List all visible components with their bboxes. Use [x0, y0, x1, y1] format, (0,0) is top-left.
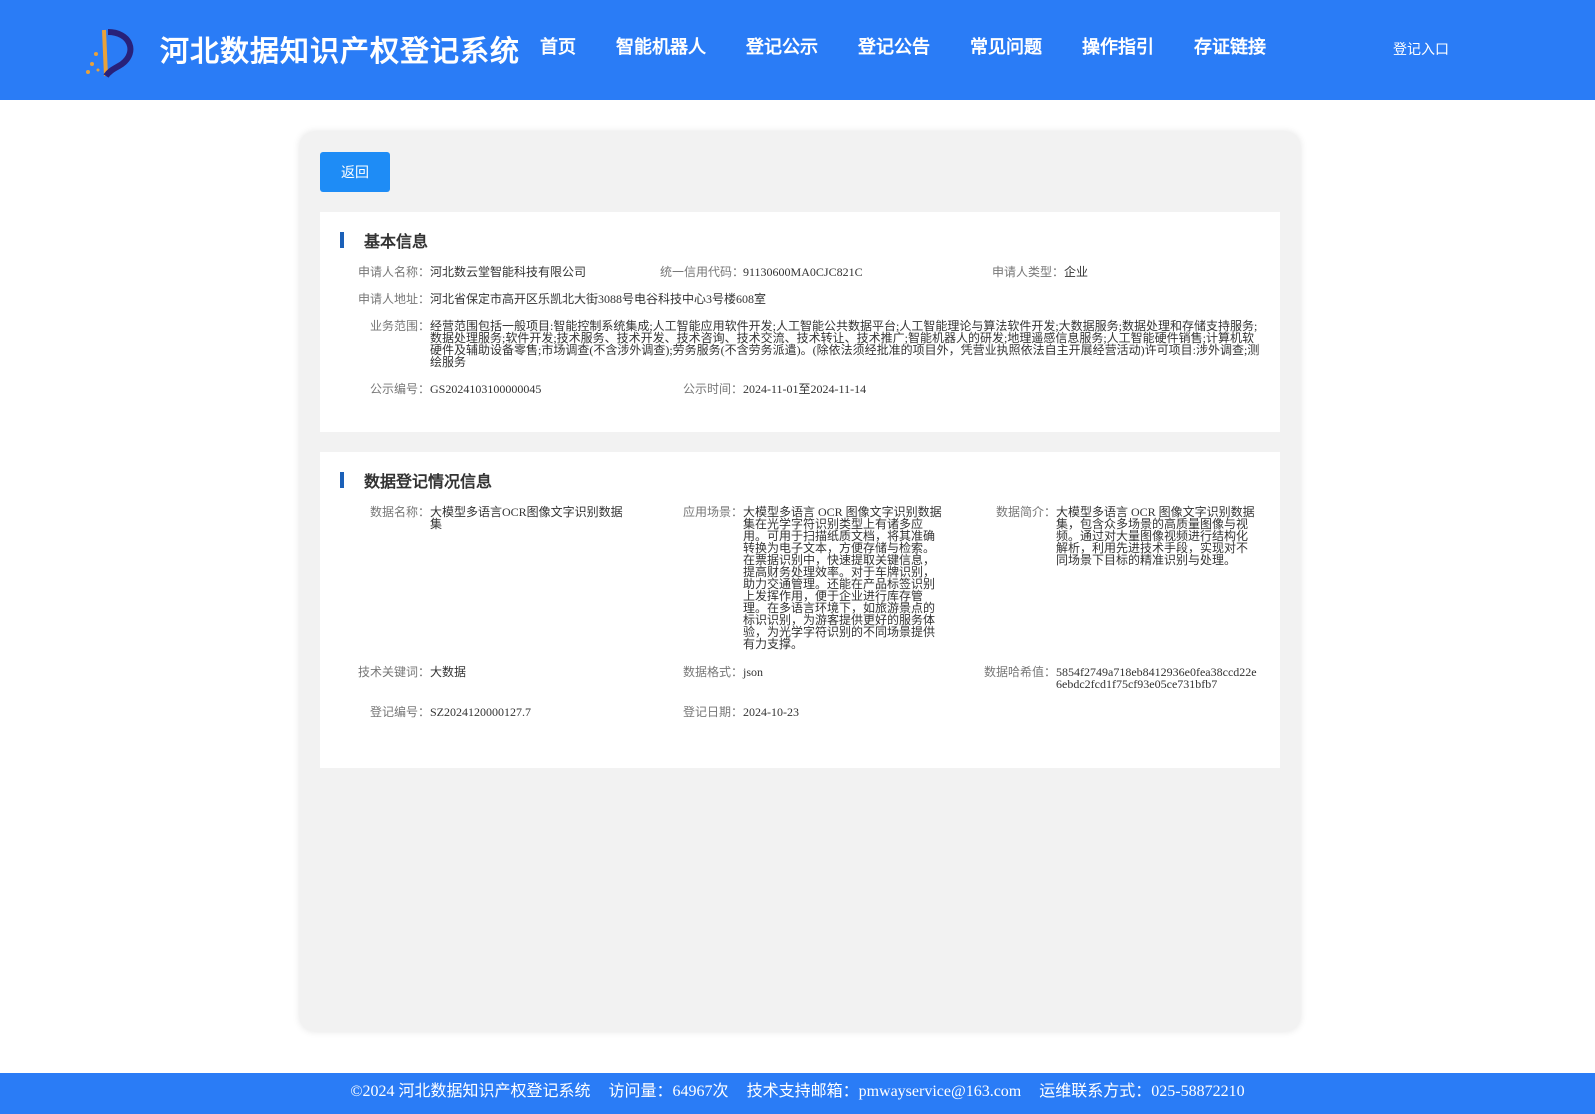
label: 数据哈希值：: [983, 665, 1056, 679]
value: 大模型多语言 OCR 图像文字识别数据集，包含众多场景的高质量图像与视频。通过对…: [1056, 505, 1255, 567]
label: 申请人名称：: [357, 265, 430, 279]
field-business-scope: 业务范围： 经营范围包括一般项目:智能控制系统集成;人工智能应用软件开发;人工智…: [320, 320, 1260, 368]
label: 技术关键词：: [357, 665, 430, 679]
section-marker: [340, 232, 344, 248]
value: 河北省保定市高开区乐凯北大街3088号电谷科技中心3号楼608室: [430, 292, 767, 306]
value: 河北数云堂智能科技有限公司: [430, 265, 587, 279]
section-marker: [340, 472, 344, 488]
section-title-basic: 基本信息: [364, 232, 429, 251]
label: 数据格式：: [682, 665, 743, 679]
login-link[interactable]: 登记入口: [1393, 39, 1449, 59]
section-header: 数据登记情况信息: [340, 471, 493, 491]
field-data-format: 数据格式： json: [633, 666, 943, 678]
nav-announcement[interactable]: 登记公告: [858, 33, 930, 59]
section-header: 基本信息: [340, 231, 429, 251]
value: 大模型多语言 OCR 图像文字识别数据集在光学字符识别类型上有诸多应用。可用于扫…: [743, 505, 942, 651]
value: GS2024103100000045: [430, 382, 542, 396]
value: 2024-11-01至2024-11-14: [743, 382, 867, 396]
value: json: [743, 665, 764, 679]
footer-email: 技术支持邮箱：pmwayservice@163.com: [746, 1083, 1022, 1100]
back-button[interactable]: 返回: [320, 152, 390, 192]
label: 登记日期：: [682, 705, 743, 719]
field-data-name: 数据名称： 大模型多语言OCR图像文字识别数据集: [320, 506, 630, 530]
value: 大模型多语言OCR图像文字识别数据集: [430, 505, 623, 531]
field-application-scene: 应用场景： 大模型多语言 OCR 图像文字识别数据集在光学字符识别类型上有诸多应…: [633, 506, 943, 650]
footer-copyright: ©2024 河北数据知识产权登记系统: [350, 1083, 591, 1100]
label: 数据名称：: [369, 505, 430, 519]
nav-guide[interactable]: 操作指引: [1082, 33, 1154, 59]
label: 申请人地址：: [357, 292, 430, 306]
value: 91130600MA0CJC821C: [743, 265, 863, 279]
registration-info-card: 数据登记情况信息 数据名称： 大模型多语言OCR图像文字识别数据集 应用场景： …: [320, 452, 1280, 768]
logo-icon: [86, 29, 134, 78]
value: 经营范围包括一般项目:智能控制系统集成;人工智能应用软件开发;人工智能公共数据平…: [430, 319, 1260, 369]
page-footer: ©2024 河北数据知识产权登记系统 访问量：64967次 技术支持邮箱：pmw…: [0, 1073, 1595, 1114]
nav-faq[interactable]: 常见问题: [970, 33, 1042, 59]
label: 统一信用代码：: [660, 265, 745, 279]
footer-visits: 访问量：64967次: [608, 1083, 729, 1100]
field-registration-number: 登记编号： SZ2024120000127.7: [320, 706, 630, 718]
value: SZ2024120000127.7: [430, 705, 532, 719]
nav-publicity[interactable]: 登记公示: [746, 33, 818, 59]
field-publicity-number: 公示编号： GS2024103100000045: [320, 383, 660, 395]
nav-evidence-link[interactable]: 存证链接: [1194, 33, 1266, 59]
section-title-registration: 数据登记情况信息: [364, 472, 493, 491]
field-applicant-type: 申请人类型： 企业: [980, 266, 1280, 278]
label: 申请人类型：: [991, 265, 1064, 279]
basic-info-card: 基本信息 申请人名称： 河北数云堂智能科技有限公司 统一信用代码： 911306…: [320, 212, 1280, 432]
value: 2024-10-23: [743, 705, 799, 719]
label: 公示编号：: [369, 382, 430, 396]
field-registration-date: 登记日期： 2024-10-23: [633, 706, 943, 718]
field-address: 申请人地址： 河北省保定市高开区乐凯北大街3088号电谷科技中心3号楼608室: [320, 293, 1260, 305]
top-header: 河北数据知识产权登记系统 首页 智能机器人 登记公示 登记公告 常见问题 操作指…: [0, 0, 1595, 100]
label: 登记编号：: [369, 705, 430, 719]
site-title: 河北数据知识产权登记系统: [160, 34, 521, 68]
value: 企业: [1064, 265, 1089, 279]
nav-robot[interactable]: 智能机器人: [616, 33, 706, 59]
field-data-hash: 数据哈希值： 5854f2749a718eb8412936e0fea38ccd2…: [946, 666, 1260, 690]
field-tech-keyword: 技术关键词： 大数据: [320, 666, 630, 678]
main-nav: 首页 智能机器人 登记公示 登记公告 常见问题 操作指引 存证链接: [540, 33, 1306, 59]
value: 大数据: [430, 665, 467, 679]
field-data-intro: 数据简介： 大模型多语言 OCR 图像文字识别数据集，包含众多场景的高质量图像与…: [946, 506, 1260, 566]
label: 公示时间：: [682, 382, 743, 396]
field-applicant-name: 申请人名称： 河北数云堂智能科技有限公司: [320, 266, 660, 278]
footer-contact: 运维联系方式：025-58872210: [1039, 1083, 1245, 1100]
label: 业务范围：: [369, 319, 430, 333]
value: 5854f2749a718eb8412936e0fea38ccd22e6ebdc…: [1056, 665, 1257, 691]
label: 应用场景：: [682, 505, 743, 519]
field-credit-code: 统一信用代码： 91130600MA0CJC821C: [660, 266, 980, 278]
detail-panel: 返回 基本信息 申请人名称： 河北数云堂智能科技有限公司 统一信用代码： 911…: [300, 132, 1300, 1031]
field-publicity-time: 公示时间： 2024-11-01至2024-11-14: [660, 383, 980, 395]
nav-home[interactable]: 首页: [540, 33, 576, 59]
label: 数据简介：: [995, 505, 1056, 519]
